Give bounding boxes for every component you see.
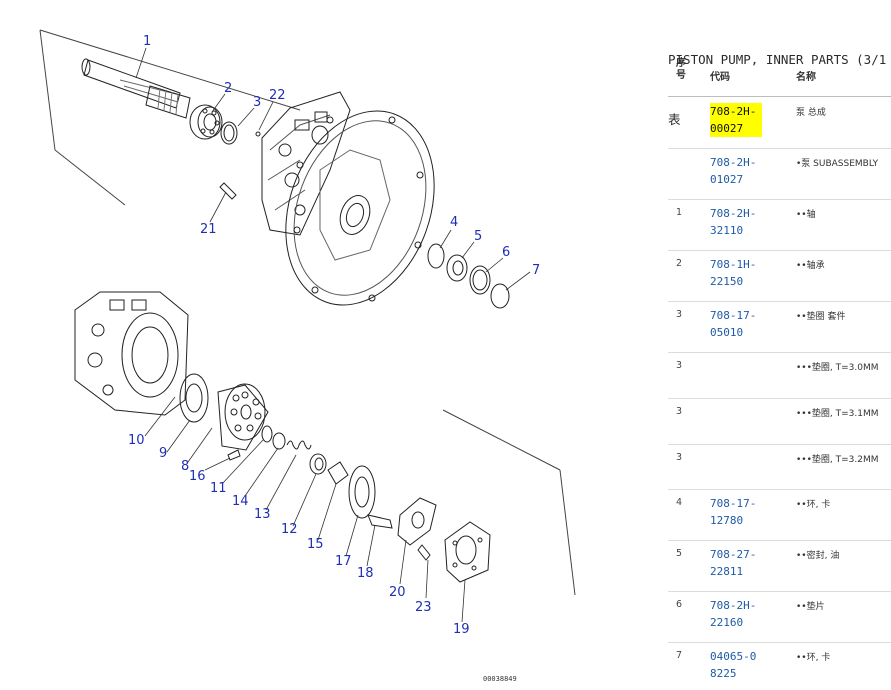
column-name: 名称 <box>796 72 816 83</box>
callout-23[interactable]: 23 <box>415 601 432 614</box>
parts-list-panel: PISTON PUMP, INNER PARTS (3/1 表 序 号 代码 名… <box>660 0 891 690</box>
callout-6[interactable]: 6 <box>502 246 510 259</box>
row-seq: 4 <box>676 497 683 508</box>
drawing-number: 00038849 <box>483 675 517 683</box>
table-row[interactable]: 2 708-1H-22150 ••轴承 <box>668 250 891 302</box>
row-part-name: •••垫圈, T=3.0MM <box>796 363 879 373</box>
row-part-name: 泵 总成 <box>796 108 826 118</box>
row-part-name: ••环, 卡 <box>796 500 831 510</box>
row-seq: 5 <box>676 548 683 559</box>
row-seq: 1 <box>676 207 683 218</box>
table-row[interactable]: 3 •••垫圈, T=3.1MM <box>668 398 891 445</box>
table-row[interactable]: 4 708-17-12780 ••环, 卡 <box>668 489 891 541</box>
exploded-parts-diagram: 1 2 3 22 21 4 5 6 7 10 9 8 16 11 14 13 1… <box>0 0 660 690</box>
row-part-name: ••垫片 <box>796 602 825 612</box>
row-part-name: •••垫圈, T=3.2MM <box>796 455 879 465</box>
callout-2[interactable]: 2 <box>224 82 232 95</box>
row-seq: 3 <box>676 360 683 371</box>
callout-9[interactable]: 9 <box>159 447 167 460</box>
callout-4[interactable]: 4 <box>450 216 458 229</box>
table-row[interactable]: 6 708-2H-22160 ••垫片 <box>668 591 891 643</box>
shaft-part <box>81 58 191 119</box>
table-row[interactable]: 1 708-2H-32110 ••轴 <box>668 199 891 251</box>
callout-21[interactable]: 21 <box>200 223 217 236</box>
row-part-name: ••密封, 油 <box>796 551 840 561</box>
callout-5[interactable]: 5 <box>474 230 482 243</box>
callout-17[interactable]: 17 <box>335 555 352 568</box>
callout-1[interactable]: 1 <box>143 35 151 48</box>
plug-part <box>255 131 261 137</box>
end-cover-part <box>444 521 491 583</box>
row-part-name: •泵 SUBASSEMBLY <box>796 159 879 169</box>
row-part-code-link[interactable]: 708-27-22811 <box>710 546 762 580</box>
valve-plate-part <box>348 465 393 529</box>
callout-12[interactable]: 12 <box>281 523 298 536</box>
row-part-code-link[interactable]: 708-2H-01027 <box>710 154 762 188</box>
callout-14[interactable]: 14 <box>232 495 249 508</box>
row-part-name: ••轴承 <box>796 261 825 271</box>
row-part-code-link[interactable]: 708-1H-22150 <box>710 256 762 290</box>
callout-19[interactable]: 19 <box>453 623 470 636</box>
row-seq: 3 <box>676 309 683 320</box>
row-seq: 7 <box>676 650 683 661</box>
callout-16[interactable]: 16 <box>189 470 206 483</box>
row-part-name: ••垫圈 套件 <box>796 312 846 322</box>
table-row[interactable]: 7 04065-08225 ••环, 卡 <box>668 642 891 690</box>
column-code: 代码 <box>710 72 730 83</box>
ring-parts-upper <box>427 243 510 309</box>
parts-table-header: 序 号 代码 名称 <box>668 56 891 97</box>
table-row[interactable]: 3 708-17-05010 ••垫圈 套件 <box>668 301 891 353</box>
row-part-name: ••轴 <box>796 210 816 220</box>
callout-22[interactable]: 22 <box>269 89 286 102</box>
callout-10[interactable]: 10 <box>128 434 145 447</box>
row-part-code-link[interactable]: 708-2H-00027 <box>710 103 762 137</box>
row-seq: 3 <box>676 452 683 463</box>
row-seq: 2 <box>676 258 683 269</box>
row-part-code-link[interactable]: 708-2H-22160 <box>710 597 762 631</box>
table-row[interactable]: 3 •••垫圈, T=3.2MM <box>668 444 891 490</box>
row-part-name: •••垫圈, T=3.1MM <box>796 409 879 419</box>
cylinder-block-part <box>179 373 269 461</box>
table-row[interactable]: 5 708-27-22811 ••密封, 油 <box>668 540 891 592</box>
column-seq: 序 号 <box>676 58 686 81</box>
parts-drawing <box>39 29 576 623</box>
pump-housing <box>261 91 435 306</box>
callout-20[interactable]: 20 <box>389 586 406 599</box>
row-part-name: ••环, 卡 <box>796 653 831 663</box>
row-part-code-link[interactable]: 708-2H-32110 <box>710 205 762 239</box>
callout-7[interactable]: 7 <box>532 264 540 277</box>
row-part-code-link[interactable]: 04065-08225 <box>710 648 762 682</box>
pump-housing-rear <box>74 291 189 416</box>
spring-and-rings-lower <box>261 425 349 485</box>
row-seq: 3 <box>676 406 683 417</box>
frame-lines <box>39 29 576 596</box>
callout-15[interactable]: 15 <box>307 538 324 551</box>
row-seq: 6 <box>676 599 683 610</box>
table-row[interactable]: 708-2H-01027 •泵 SUBASSEMBLY <box>668 148 891 200</box>
pin-part <box>219 182 237 200</box>
callout-3[interactable]: 3 <box>253 96 261 109</box>
swash-plate-part <box>397 497 437 561</box>
table-row[interactable]: 708-2H-00027 泵 总成 <box>668 97 891 149</box>
table-row[interactable]: 3 •••垫圈, T=3.0MM <box>668 352 891 399</box>
callout-13[interactable]: 13 <box>254 508 271 521</box>
bearing-part <box>189 104 223 140</box>
callout-11[interactable]: 11 <box>210 482 227 495</box>
callout-18[interactable]: 18 <box>357 567 374 580</box>
row-part-code-link[interactable]: 708-17-05010 <box>710 307 762 341</box>
row-part-code-link[interactable]: 708-17-12780 <box>710 495 762 529</box>
